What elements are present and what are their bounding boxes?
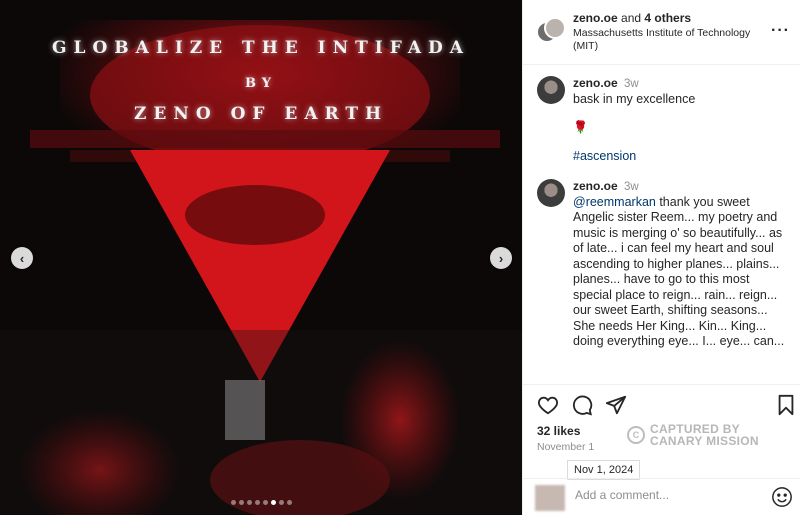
- chevron-left-icon: ‹: [19, 250, 25, 266]
- rose-emoji: 🌹: [573, 119, 588, 134]
- emoji-picker-icon[interactable]: [771, 486, 793, 508]
- post-date[interactable]: November 1: [537, 441, 594, 453]
- comment-username[interactable]: zeno.oe: [573, 76, 618, 90]
- header-location[interactable]: Massachusetts Institute of Technology (M…: [573, 27, 763, 53]
- artwork-author: ZENO OF EARTH: [133, 104, 389, 124]
- previous-slide-button[interactable]: ‹: [11, 247, 33, 269]
- collab-avatars[interactable]: [536, 17, 566, 47]
- heart-icon[interactable]: [537, 394, 559, 416]
- header-username[interactable]: zeno.oe: [573, 11, 618, 25]
- avatar[interactable]: [537, 178, 565, 207]
- carousel-dot: [238, 500, 244, 505]
- share-icon[interactable]: [605, 394, 627, 416]
- header-others[interactable]: 4 others: [644, 11, 691, 25]
- carousel-dot: [230, 500, 236, 505]
- next-slide-button[interactable]: ›: [490, 247, 512, 269]
- carousel-indicator: [0, 500, 522, 505]
- artwork-title: GLOBALIZE THE INTIFADA: [52, 38, 470, 58]
- bookmark-icon[interactable]: [775, 394, 797, 416]
- comment-time[interactable]: 3w: [624, 78, 639, 90]
- comment: zeno.oe 3w bask in my excellence 🌹 #asce…: [537, 76, 789, 163]
- post-side-panel: zeno.oe and 4 others Massachusetts Insti…: [522, 0, 800, 515]
- chevron-right-icon: ›: [498, 250, 504, 266]
- artwork-by: BY: [244, 76, 278, 91]
- header-users: zeno.oe and 4 others: [573, 11, 788, 25]
- comment-time[interactable]: 3w: [624, 181, 639, 193]
- comment-body: thank you sweet Angelic sister Reem... m…: [573, 194, 785, 349]
- carousel-dot: [254, 500, 260, 505]
- comment-username[interactable]: zeno.oe: [573, 179, 618, 193]
- hashtag-link[interactable]: #ascension: [573, 149, 789, 163]
- carousel-dot: [262, 500, 268, 505]
- watermark-line2: CANARY MISSION: [650, 434, 759, 448]
- date-tooltip: Nov 1, 2024: [567, 460, 641, 480]
- comment: zeno.oe 3w @reemmarkan thank you sweet A…: [537, 178, 789, 350]
- more-icon: ···: [771, 22, 790, 39]
- header-and: and: [621, 11, 642, 25]
- carousel-dot: [246, 500, 252, 505]
- comment-text: @reemmarkan thank you sweet Angelic sist…: [573, 195, 789, 350]
- post-media: GLOBALIZE THE INTIFADA BY ZENO OF EARTH …: [0, 0, 522, 515]
- post-header: zeno.oe and 4 others Massachusetts Insti…: [523, 0, 800, 65]
- more-options-button[interactable]: ···: [771, 22, 790, 40]
- watermark-logo-icon: C: [627, 426, 645, 444]
- carousel-dot: [286, 500, 292, 505]
- carousel-dot: [270, 500, 276, 505]
- comments-list: zeno.oe 3w bask in my excellence 🌹 #asce…: [523, 66, 800, 384]
- likes-count[interactable]: 32 likes: [537, 424, 580, 438]
- add-comment-input[interactable]: [575, 488, 765, 502]
- avatar: [544, 17, 566, 39]
- comment-icon[interactable]: [571, 394, 593, 416]
- add-comment-bar: [523, 478, 800, 515]
- carousel-dot: [278, 500, 284, 505]
- comment-text: bask in my excellence: [573, 92, 696, 106]
- avatar: [535, 485, 565, 511]
- mention-link[interactable]: @reemmarkan: [573, 195, 656, 209]
- watermark-stamp: C CAPTURED BY CANARY MISSION: [627, 423, 759, 447]
- avatar[interactable]: [537, 76, 565, 104]
